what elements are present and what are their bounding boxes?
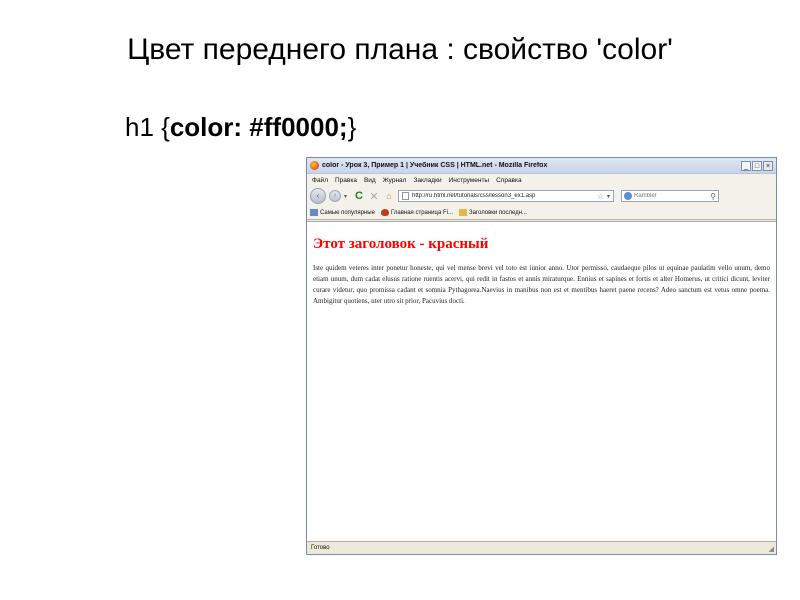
back-button[interactable]: ‹ <box>310 188 326 204</box>
bookmark-headlines[interactable]: Заголовки последн... <box>458 209 528 216</box>
menu-edit[interactable]: Правка <box>335 177 357 184</box>
url-bar[interactable]: http://ru.html.net/tutorials/css/lesson3… <box>398 190 614 202</box>
window-title: color - Урок 3, Пример 1 | Учебник CSS |… <box>322 162 548 169</box>
forward-arrow-icon: › <box>333 192 337 199</box>
bookmark-label: Главная страница Fi... <box>390 209 453 216</box>
menu-bar: Файл Правка Вид Журнал Закладки Инструме… <box>307 174 776 186</box>
slide-title: Цвет переднего плана : свойство 'color' <box>127 33 673 66</box>
browser-window: color - Урок 3, Пример 1 | Учебник CSS |… <box>306 157 777 555</box>
page-content: Этот заголовок - красный Iste quidem vet… <box>307 221 776 542</box>
history-dropdown-button[interactable]: ▾ <box>344 193 350 200</box>
search-icon[interactable]: ⚲ <box>710 192 716 201</box>
home-button[interactable]: ⌂ <box>383 191 395 202</box>
status-bar: Готово ◢ <box>307 541 776 554</box>
bookmark-label: Самые популярные <box>320 209 375 216</box>
menu-bookmarks[interactable]: Закладки <box>413 177 441 184</box>
reload-button[interactable]: C <box>353 190 365 202</box>
bookmark-homepage[interactable]: Главная страница Fi... <box>380 209 453 216</box>
url-dropdown-icon[interactable]: ▾ <box>607 193 610 200</box>
firefox-homepage-icon <box>380 209 389 216</box>
resize-grip-icon[interactable]: ◢ <box>769 545 774 553</box>
menu-history[interactable]: Журнал <box>383 177 407 184</box>
stop-button[interactable]: ✕ <box>368 190 380 203</box>
css-code-example: h1 {color: #ff0000;} <box>125 112 356 143</box>
window-controls: _ □ × <box>741 160 773 171</box>
close-button[interactable]: × <box>763 160 773 171</box>
firefox-icon <box>310 161 319 170</box>
page-icon <box>402 192 409 200</box>
menu-help[interactable]: Справка <box>496 177 522 184</box>
minimize-button[interactable]: _ <box>741 160 751 171</box>
page-paragraph: Iste quidem veteres inter ponetur honest… <box>313 264 770 305</box>
search-input[interactable]: Rambler <box>634 193 708 199</box>
page-heading: Этот заголовок - красный <box>313 236 489 252</box>
bookmarks-folder-icon <box>310 209 318 216</box>
back-arrow-icon: ‹ <box>316 191 320 200</box>
search-bar[interactable]: Rambler ⚲ <box>621 190 719 202</box>
css-close-brace: } <box>347 112 357 142</box>
window-titlebar[interactable]: color - Урок 3, Пример 1 | Учебник CSS |… <box>307 158 776 174</box>
maximize-button[interactable]: □ <box>752 160 762 171</box>
forward-button[interactable]: › <box>329 190 341 202</box>
navigation-toolbar: ‹ › ▾ C ✕ ⌂ http://ru.html.net/tutorials… <box>307 186 776 206</box>
url-text[interactable]: http://ru.html.net/tutorials/css/lesson3… <box>412 193 594 199</box>
bookmarks-toolbar: Самые популярные Главная страница Fi... … <box>307 206 776 220</box>
star-icon[interactable]: ☆ <box>597 192 604 201</box>
bookmark-label: Заголовки последн... <box>468 209 528 216</box>
css-open-brace: { <box>161 112 170 142</box>
rambler-icon[interactable] <box>624 192 632 200</box>
menu-view[interactable]: Вид <box>364 177 376 184</box>
rss-feed-icon <box>458 209 467 216</box>
status-text: Готово <box>311 545 330 551</box>
bookmark-most-visited[interactable]: Самые популярные <box>310 209 375 216</box>
css-selector: h1 <box>125 112 162 142</box>
css-declaration: color: #ff0000; <box>169 112 348 142</box>
menu-file[interactable]: Файл <box>312 177 328 184</box>
menu-tools[interactable]: Инструменты <box>449 177 490 184</box>
